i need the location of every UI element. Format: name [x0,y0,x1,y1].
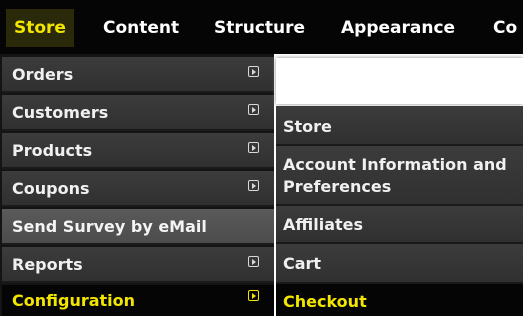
submenu-arrow-icon [248,104,259,115]
submenu-item-label: Affiliates [283,215,364,234]
menu-item-reports[interactable]: Reports [2,247,274,283]
menu-item-label: Reports [12,254,83,274]
submenu-item-label-line1: Account Information and [283,155,507,174]
store-dropdown-menu: Orders Customers Products Coupons Send S… [0,54,274,316]
menu-item-label: Send Survey by eMail [12,216,207,236]
tab-appearance[interactable]: Appearance [341,9,455,47]
tab-store[interactable]: Store [6,9,74,47]
menu-item-label: Orders [12,64,74,84]
menu-item-label: Configuration [12,291,136,310]
submenu-item-label-line2: Preferences [283,177,392,196]
submenu-item-label: Cart [283,254,322,273]
submenu-blank-panel [276,58,523,104]
menu-item-label: Coupons [12,178,90,198]
menu-item-label: Customers [12,102,109,122]
submenu-item-checkout[interactable]: Checkout [276,284,523,316]
tab-label: Appearance [341,18,456,38]
tab-label: Co [493,18,518,38]
top-nav-bar: Store Content Structure Appearance Co [0,0,523,54]
tab-content[interactable]: Content [103,9,179,47]
tab-label: Content [103,18,180,38]
menu-item-configuration[interactable]: Configuration [2,285,274,316]
submenu-item-cart[interactable]: Cart [276,244,523,284]
submenu-arrow-icon [248,66,259,77]
tab-truncated[interactable]: Co [493,9,517,47]
submenu-arrow-icon [248,142,259,153]
menu-item-customers[interactable]: Customers [2,95,274,131]
submenu-item-label: Store [283,117,332,136]
submenu-item-label: Checkout [283,292,367,311]
menu-item-orders[interactable]: Orders [2,57,274,93]
submenu-arrow-icon [248,290,259,301]
submenu-item-store[interactable]: Store [276,106,523,146]
tab-label: Store [14,18,66,38]
menu-item-coupons[interactable]: Coupons [2,171,274,207]
menu-item-label: Products [12,140,93,160]
submenu-item-affiliates[interactable]: Affiliates [276,206,523,244]
menu-item-send-survey[interactable]: Send Survey by eMail [2,209,274,245]
tab-label: Structure [214,18,306,38]
tab-structure[interactable]: Structure [214,9,305,47]
submenu-arrow-icon [248,256,259,267]
submenu-item-account-information[interactable]: Account Information and Preferences [276,146,523,206]
menu-item-products[interactable]: Products [2,133,274,169]
submenu-arrow-icon [248,180,259,191]
